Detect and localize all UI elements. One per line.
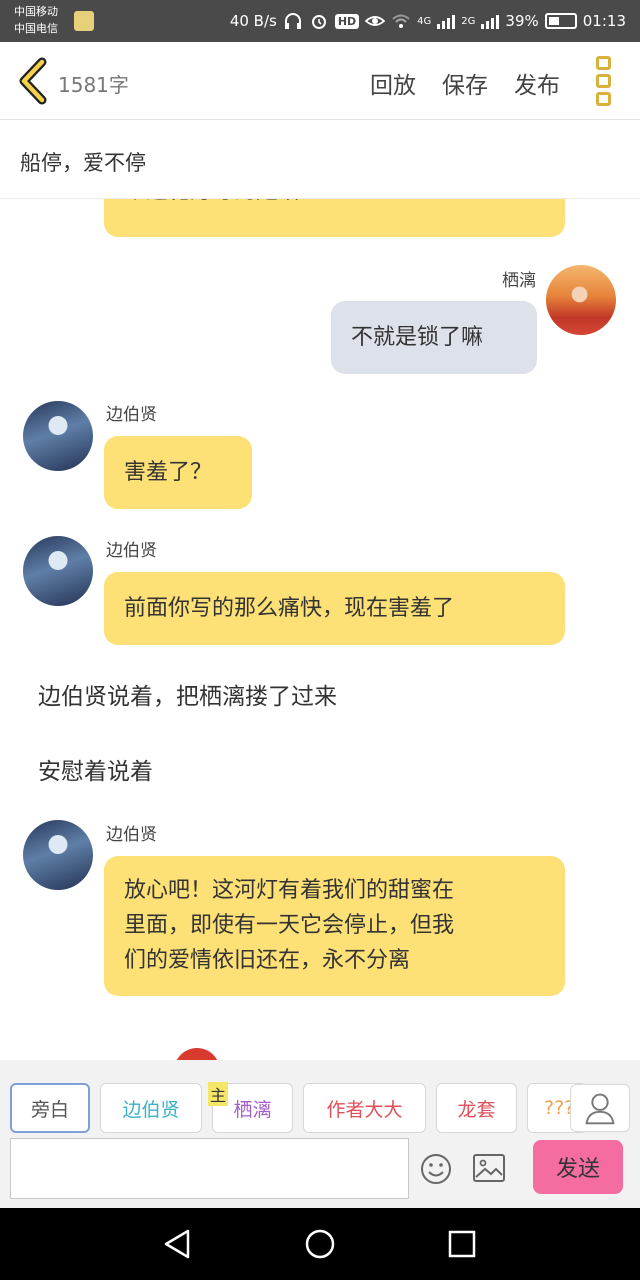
- message-text: 不就是锁了嘛: [351, 325, 484, 350]
- carrier-info: 中国移动 中国电信: [14, 3, 58, 37]
- publish-button[interactable]: 发布: [514, 66, 560, 100]
- main-character-tag: 主: [208, 1082, 228, 1106]
- eye-icon: [365, 16, 386, 26]
- nav-home-icon[interactable]: [304, 1228, 336, 1260]
- message-text: 个莲花灯写的是啥: [124, 199, 545, 211]
- message-bubble[interactable]: 害羞了？: [104, 436, 252, 509]
- message-bubble[interactable]: 放心吧！这河灯有着我们的甜蜜在 里面，即使有一天它会停止，但我 们的爱情依旧还在…: [104, 856, 565, 996]
- status-icons: 40 B/s HD 4G 2G 39% 01:13: [230, 0, 626, 42]
- avatar: [174, 1048, 220, 1060]
- editor-header: 1581字 回放 保存 发布: [0, 42, 640, 120]
- message-text-line: 放心吧！这河灯有着我们的甜蜜在: [124, 878, 455, 903]
- narration-text[interactable]: 边伯贤说着，把栖漓搂了过来: [38, 677, 337, 711]
- message-bubble[interactable]: 个莲花灯写的是啥: [104, 199, 565, 237]
- message-text: 前面你写的那么痛快，现在害羞了: [124, 596, 455, 621]
- character-chip-bian-baixian[interactable]: 边伯贤: [100, 1083, 202, 1133]
- save-button[interactable]: 保存: [442, 66, 488, 100]
- carrier-line-2: 中国电信: [14, 22, 58, 35]
- message-text-line: 里面，即使有一天它会停止，但我: [124, 913, 455, 938]
- carrier-line-1: 中国移动: [14, 5, 58, 18]
- net-speed: 40 B/s: [229, 12, 277, 30]
- message-bubble[interactable]: 前面你写的那么痛快，现在害羞了: [104, 572, 565, 645]
- network-4g-label: 4G: [417, 15, 432, 27]
- speaker-name: 栖漓: [502, 271, 536, 291]
- speaker-name: 边伯贤: [106, 541, 157, 561]
- network-2g-label: 2G: [461, 15, 476, 27]
- character-chip-label: 边伯贤: [122, 1098, 180, 1121]
- hd-icon: HD: [334, 13, 360, 29]
- story-title-row[interactable]: 船停，爱不停: [0, 121, 640, 199]
- avatar[interactable]: [23, 401, 93, 471]
- character-chip-label: 旁白: [30, 1098, 69, 1121]
- signal-4g-icon: [437, 13, 456, 29]
- character-chip-narrator[interactable]: 旁白: [10, 1083, 90, 1133]
- word-count: 1581字: [58, 73, 129, 97]
- nav-recent-icon[interactable]: [446, 1228, 478, 1260]
- header-actions: 回放 保存 发布: [370, 66, 560, 100]
- profile-icon[interactable]: [570, 1084, 630, 1132]
- chat-area[interactable]: 个莲花灯写的是啥 栖漓 不就是锁了嘛 边伯贤 害羞了？ 边伯贤 前面你写的那么痛…: [0, 199, 640, 1060]
- story-title: 船停，爱不停: [20, 151, 146, 175]
- image-icon[interactable]: [472, 1153, 506, 1183]
- notification-app-icon: [74, 11, 94, 31]
- wifi-icon: [392, 14, 410, 28]
- character-chip-label: 作者大大: [326, 1098, 403, 1121]
- message-text-line: 们的爱情依旧还在，永不分离: [124, 948, 411, 973]
- message-input[interactable]: [10, 1138, 409, 1199]
- speaker-name: 边伯贤: [106, 405, 157, 425]
- battery-percent: 39%: [505, 12, 539, 30]
- character-chip-extra[interactable]: 龙套: [436, 1083, 517, 1133]
- narration-text[interactable]: 安慰着说着: [38, 752, 153, 786]
- more-menu-icon[interactable]: [596, 56, 612, 106]
- alarm-icon: [311, 15, 326, 29]
- character-chip-author[interactable]: 作者大大: [303, 1083, 426, 1133]
- battery-icon: [544, 13, 577, 29]
- back-chevron-icon[interactable]: [14, 56, 54, 106]
- avatar[interactable]: [23, 820, 93, 890]
- avatar[interactable]: [546, 265, 616, 335]
- speaker-name: 边伯贤: [106, 825, 157, 845]
- signal-2g-icon: [481, 13, 500, 29]
- send-button[interactable]: 发送: [533, 1140, 623, 1194]
- replay-button[interactable]: 回放: [370, 66, 416, 100]
- avatar[interactable]: [23, 536, 93, 606]
- emoji-icon[interactable]: [420, 1153, 452, 1185]
- system-nav-bar: [0, 1208, 640, 1280]
- message-text: 害羞了？: [124, 460, 213, 485]
- character-chip-label: 栖漓: [233, 1098, 272, 1121]
- character-chip-label: 龙套: [457, 1098, 496, 1121]
- message-bubble[interactable]: 不就是锁了嘛: [331, 301, 537, 374]
- nav-back-icon[interactable]: [162, 1228, 194, 1260]
- headphone-icon: [284, 13, 301, 29]
- clock: 01:13: [582, 12, 626, 30]
- status-bar: 中国移动 中国电信 40 B/s HD 4G 2G 39% 01:13: [0, 0, 640, 42]
